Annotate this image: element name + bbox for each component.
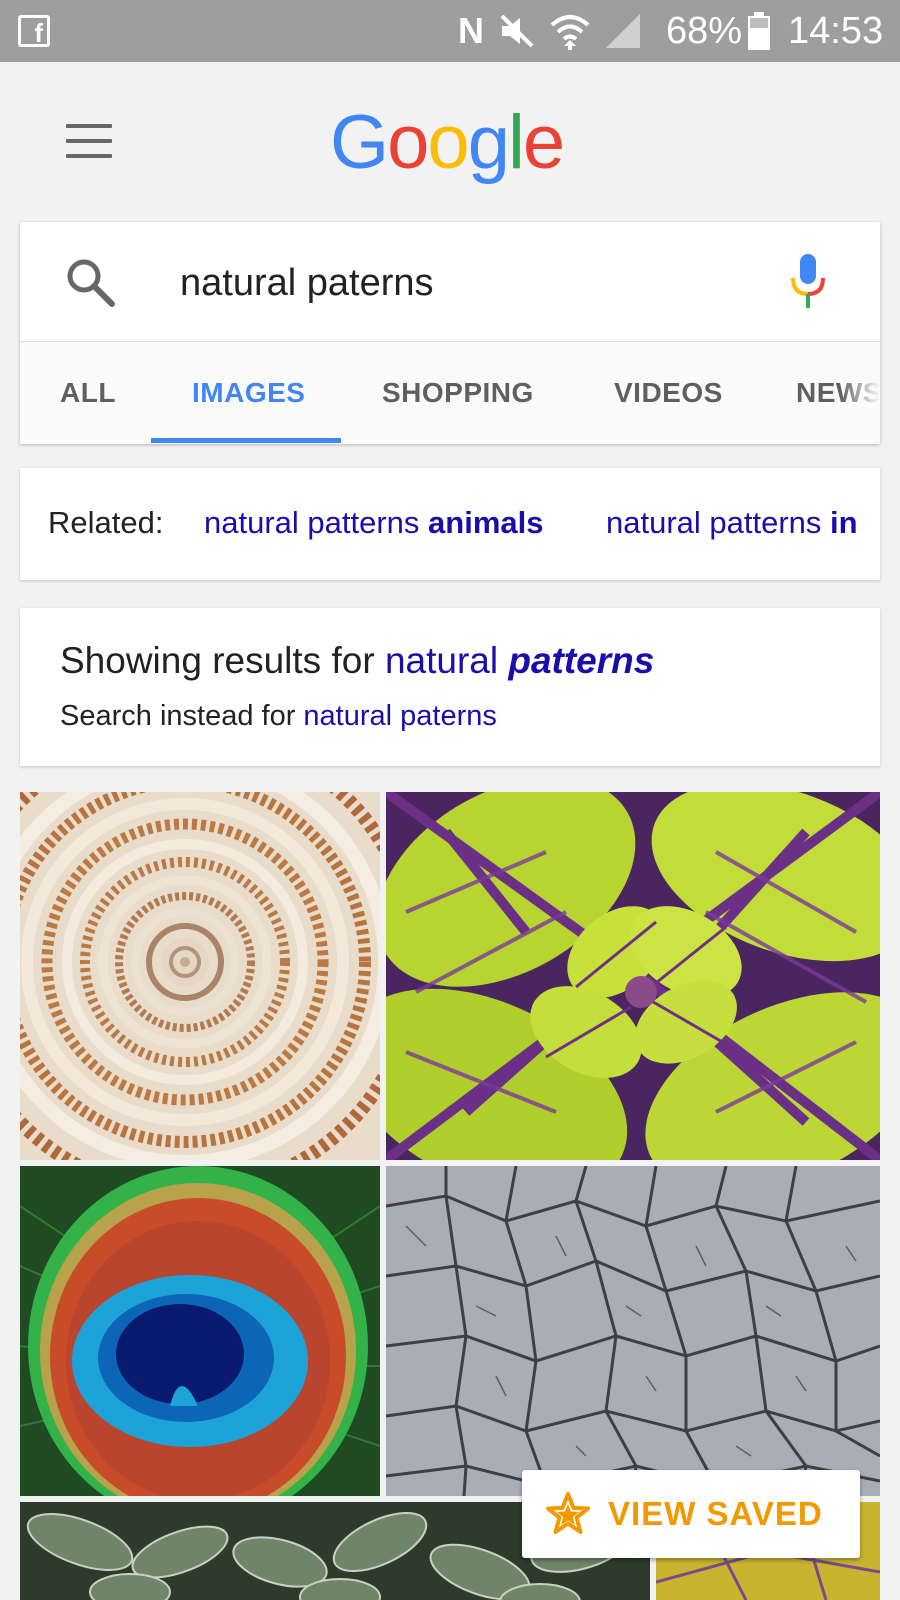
- microphone-icon[interactable]: [788, 252, 828, 312]
- related-label: Related:: [48, 505, 164, 540]
- active-tab-indicator: [151, 438, 341, 443]
- search-input[interactable]: natural paterns: [180, 260, 434, 306]
- related-chip-animals[interactable]: natural patterns animals: [204, 502, 543, 544]
- image-result-coleus[interactable]: [386, 792, 880, 1160]
- signal-icon: [606, 14, 640, 48]
- facebook-icon: f: [18, 15, 50, 47]
- image-result-shell[interactable]: [20, 792, 380, 1160]
- chip-plain: natural patterns: [606, 505, 831, 540]
- search-bar[interactable]: natural paterns: [20, 222, 880, 342]
- cracked-earth-image: [386, 1166, 880, 1496]
- related-searches: Related: natural patterns animals natura…: [20, 468, 880, 580]
- showing-prefix: Showing results for: [60, 640, 385, 681]
- logo-letter: o: [387, 100, 429, 185]
- logo-letter: o: [427, 100, 469, 185]
- spelling-correction: Showing results for natural patterns Sea…: [20, 608, 880, 766]
- image-result-peacock[interactable]: [20, 1166, 380, 1496]
- view-saved-label: VIEW SAVED: [608, 1495, 823, 1532]
- clock: 14:53: [788, 10, 884, 52]
- coleus-leaves-image: [386, 792, 880, 1160]
- mute-icon: [500, 14, 534, 48]
- nfc-icon: N: [458, 10, 484, 51]
- spiral-shell-image: [20, 792, 380, 1160]
- battery-icon: [748, 12, 770, 50]
- logo-letter: e: [522, 100, 565, 185]
- tab-all[interactable]: ALL: [60, 342, 116, 444]
- search-card: natural paterns ALL IMAGES SHOPPING VIDE…: [20, 222, 880, 444]
- wifi-icon: [550, 15, 590, 50]
- corrected-query-link[interactable]: natural patterns: [385, 640, 654, 681]
- logo-letter: g: [467, 100, 510, 185]
- status-icons: N: [458, 10, 642, 52]
- search-tabs: ALL IMAGES SHOPPING VIDEOS NEWS: [20, 342, 880, 444]
- corrected-plain: natural: [384, 640, 509, 681]
- chip-bold: animals: [428, 505, 544, 540]
- logo-letter: G: [330, 100, 389, 185]
- view-saved-button[interactable]: VIEW SAVED: [522, 1470, 860, 1558]
- tabs-fade: [840, 342, 880, 444]
- showing-results-line: Showing results for natural patterns: [60, 636, 654, 686]
- facebook-glyph: f: [34, 18, 43, 48]
- menu-icon[interactable]: [66, 124, 112, 158]
- logo-letter: l: [507, 100, 525, 185]
- search-icon[interactable]: [64, 256, 116, 308]
- search-instead-line: Search instead for natural paterns: [60, 696, 497, 736]
- corrected-bold: patterns: [508, 640, 655, 681]
- original-query-link[interactable]: natural paterns: [303, 700, 496, 732]
- star-icon: [546, 1492, 590, 1534]
- related-chip-in[interactable]: natural patterns in: [606, 502, 858, 544]
- status-bar: f N 68% 14:53: [0, 0, 900, 62]
- battery-percent: 68%: [666, 10, 743, 52]
- tab-shopping[interactable]: SHOPPING: [382, 342, 534, 444]
- tab-images[interactable]: IMAGES: [192, 342, 305, 444]
- image-result-cracked-earth[interactable]: [386, 1166, 880, 1496]
- peacock-feather-image: [20, 1166, 380, 1496]
- google-logo[interactable]: Google: [330, 98, 565, 188]
- chip-bold: in: [830, 505, 858, 540]
- instead-prefix: Search instead for: [60, 700, 304, 732]
- tab-videos[interactable]: VIDEOS: [614, 342, 723, 444]
- chip-plain: natural patterns: [204, 505, 429, 540]
